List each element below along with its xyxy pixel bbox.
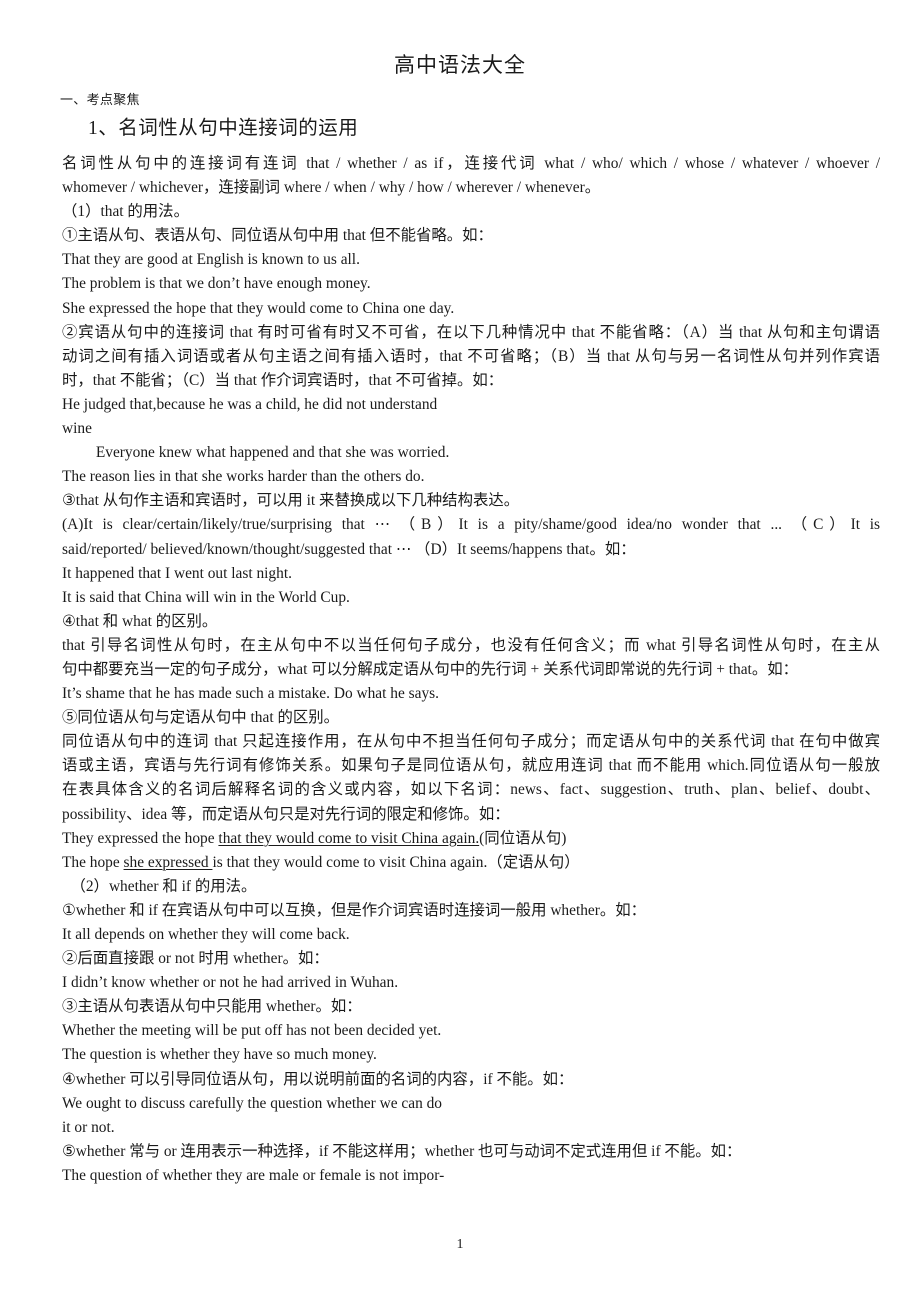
text-line: She expressed the hope that they would c… bbox=[62, 299, 455, 317]
text-line: Whether the meeting will be put off has … bbox=[62, 1022, 442, 1040]
text-fragment: They expressed the hope bbox=[62, 829, 219, 847]
text-line: The problem is that we don’t have enough… bbox=[62, 275, 371, 293]
text-line: He judged that,because he was a child, h… bbox=[62, 395, 438, 413]
text-line: ④that 和 what 的区别。 bbox=[62, 612, 218, 630]
text-line: It is said that China will win in the Wo… bbox=[62, 588, 350, 606]
text-fragment: is that they would come to visit China a… bbox=[212, 853, 580, 871]
text-line: 名词性从句中的连接词有连词 that / whether / as if，连接代… bbox=[62, 155, 880, 172]
text-line: said/reported/ believed/known/thought/su… bbox=[62, 540, 636, 558]
paragraph-group-tail: （2）whether 和 if 的用法。 ①whether 和 if 在宾语从句中… bbox=[62, 875, 880, 1188]
text-line: ②后面直接跟 or not 时用 whether。如： bbox=[62, 950, 329, 968]
text-line: The reason lies in that she works harder… bbox=[62, 468, 425, 486]
text-line: ①whether 和 if 在宾语从句中可以互换，但是作介词宾语时连接词一般用 … bbox=[62, 901, 647, 919]
text-line: The question of whether they are male or… bbox=[62, 1166, 445, 1184]
text-line-underlined: The hope she expressed is that they woul… bbox=[62, 851, 880, 875]
text-line: （1）that 的用法。 bbox=[62, 203, 189, 221]
text-line: Everyone knew what happened and that she… bbox=[95, 444, 450, 462]
text-line: 动词之间有插入词语或者从句主语之间有插入语时，that 不可省略；（B）当 th… bbox=[62, 347, 880, 365]
paragraph-group-underlined: They expressed the hope that they would … bbox=[62, 827, 880, 875]
text-line: I didn’t know whether or not he had arri… bbox=[62, 974, 399, 992]
text-line: wine bbox=[62, 420, 92, 438]
text-line: 同位语从句中的连词 that 只起连接作用，在从句中不担当任何句子成分；而定语从… bbox=[62, 733, 880, 751]
text-line: 时，that 不能省；（C）当 that 作介词宾语时，that 不可省掉。如： bbox=[62, 371, 504, 389]
section-label: 一、考点聚焦 bbox=[60, 92, 140, 107]
text-line: it or not. bbox=[62, 1118, 115, 1136]
text-line: It’s shame that he has made such a mista… bbox=[62, 685, 439, 703]
heading-topic-1: 1、名词性从句中连接词的运用 bbox=[88, 118, 359, 139]
text-line: It happened that I went out last night. bbox=[62, 564, 292, 582]
text-line: possibility、idea 等，而定语从句只是对先行词的限定和修饰。如： bbox=[62, 805, 510, 823]
text-line: that 引导名词性从句时，在主从句中不以当任何句子成分，也没有任何含义；而 w… bbox=[62, 636, 880, 654]
text-line: ③主语从句表语从句中只能用 whether。如： bbox=[62, 998, 362, 1016]
text-fragment: (同位语从句) bbox=[479, 829, 567, 847]
text-line: （2）whether 和 if 的用法。 bbox=[70, 877, 257, 895]
text-line: ④whether 可以引导同位语从句，用以说明前面的名词的内容，if 不能。如： bbox=[62, 1070, 574, 1088]
text-line: 语或主语，宾语与先行词有修饰关系。如果句子是同位语从句，就应用连词 that 而… bbox=[62, 757, 880, 775]
text-line: ⑤whether 常与 or 连用表示一种选择，if 不能这样用；whether… bbox=[62, 1142, 742, 1160]
paragraph-group-main: 名词性从句中的连接词有连词 that / whether / as if，连接代… bbox=[62, 152, 880, 827]
text-fragment: The hope bbox=[62, 853, 124, 871]
text-line: It all depends on whether they will come… bbox=[62, 926, 350, 943]
text-line-underlined: They expressed the hope that they would … bbox=[62, 827, 880, 851]
body-content: 名词性从句中的连接词有连词 that / whether / as if，连接代… bbox=[0, 144, 920, 1188]
text-line: ①主语从句、表语从句、同位语从句中用 that 但不能省略。如： bbox=[62, 227, 493, 245]
underlined-fragment: that they would come to visit China agai… bbox=[218, 829, 480, 847]
text-line: The question is whether they have so muc… bbox=[62, 1046, 377, 1064]
text-line: We ought to discuss carefully the questi… bbox=[62, 1094, 443, 1112]
underlined-fragment: she expressed bbox=[123, 853, 213, 871]
document-page: 高中语法大全 一、考点聚焦 1、名词性从句中连接词的运用 名词性从句中的连接词有… bbox=[0, 0, 920, 1302]
text-line: ②宾语从句中的连接词 that 有时可省有时又不可省，在以下几种情况中 that… bbox=[62, 323, 880, 341]
text-line: 在表具体含义的名词后解释名词的含义或内容，如以下名词：news、fact、sug… bbox=[62, 781, 880, 799]
page-number: 1 bbox=[456, 1237, 464, 1252]
text-line: That they are good at English is known t… bbox=[62, 251, 360, 269]
page-title: 高中语法大全 bbox=[394, 53, 526, 77]
text-line: whomever / whichever，连接副词 where / when /… bbox=[62, 179, 601, 197]
text-line: 句中都要充当一定的句子成分，what 可以分解成定语从句中的先行词 + 关系代词… bbox=[62, 660, 799, 678]
text-line: ⑤同位语从句与定语从句中 that 的区别。 bbox=[62, 709, 340, 727]
text-line: ③that 从句作主语和宾语时，可以用 it 来替换成以下几种结构表达。 bbox=[62, 492, 520, 510]
text-line: (A)It is clear/certain/likely/true/surpr… bbox=[62, 516, 880, 534]
